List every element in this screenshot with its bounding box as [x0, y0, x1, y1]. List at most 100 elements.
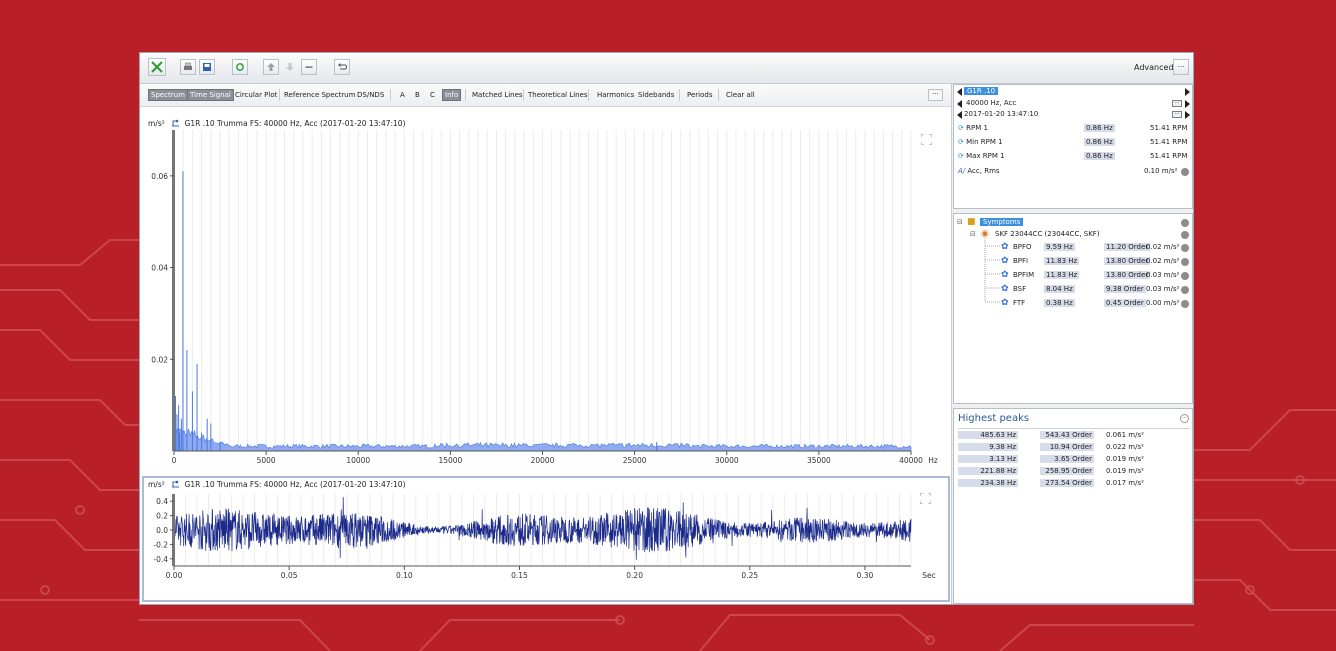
- print-icon[interactable]: [180, 59, 196, 75]
- peak-order: 3.65 Order: [1040, 455, 1094, 463]
- measurement-date: 2017-01-20 13:47:10: [964, 110, 1039, 118]
- y-tick-label: -0.4: [153, 555, 168, 564]
- peak-order: 543.43 Order: [1040, 431, 1094, 439]
- info-pane: G1R .10 40000 Hz, Acc ··· 2017-01-20 13:…: [953, 84, 1193, 604]
- peak-frequency: 485.63 Hz: [958, 431, 1018, 439]
- undo-icon[interactable]: [334, 59, 350, 75]
- advanced-menu-button[interactable]: ···: [1173, 59, 1189, 75]
- x-tick-label: 5000: [257, 456, 276, 465]
- status-indicator-icon: [1181, 286, 1189, 294]
- symptoms-root[interactable]: Symptoms: [980, 218, 1024, 226]
- gear-icon: ✿: [1001, 298, 1009, 308]
- rpm-icon: ⟳: [958, 138, 964, 146]
- y-axis-bar: [172, 130, 175, 451]
- prev-arrow-icon[interactable]: [957, 111, 962, 119]
- peak-frequency: 9.38 Hz: [958, 443, 1018, 451]
- x-tick-label: 0.15: [511, 571, 528, 580]
- next-arrow-icon[interactable]: [1185, 100, 1190, 108]
- rpm-hz: 0.86 Hz: [1084, 124, 1115, 132]
- more-icon[interactable]: [301, 59, 317, 75]
- advanced-label: Advanced: [1134, 63, 1174, 72]
- more-icon[interactable]: ···: [1172, 111, 1182, 118]
- peak-frequency: 221.88 Hz: [958, 467, 1018, 475]
- move-up-icon[interactable]: [263, 59, 279, 75]
- status-indicator-icon: [1181, 300, 1189, 308]
- highest-peaks-title: Highest peaks: [958, 413, 1030, 424]
- x-tick-label: 0.20: [626, 571, 643, 580]
- measurement-setup: 40000 Hz, Acc: [966, 99, 1017, 107]
- min-rpm-row: ⟳ Min RPM 1: [958, 138, 1003, 146]
- rpm-icon: ⟳: [958, 152, 964, 160]
- prev-arrow-icon[interactable]: [957, 88, 962, 96]
- waveform-icon: A/: [958, 167, 966, 175]
- time-signal-chart[interactable]: 0.00 0.05 0.10 0.15 0.20 0.25 0.30 Sec 0.4 0.2 0.0…: [144, 478, 948, 600]
- move-down-icon[interactable]: [282, 59, 298, 75]
- y-tick-label: 0.4: [156, 497, 168, 506]
- peak-amplitude: 0.017 m/s²: [1106, 479, 1144, 487]
- y-tick-label: 0.02: [151, 355, 168, 364]
- main-toolbar: Advanced ···: [140, 53, 1193, 84]
- divider: [958, 428, 1190, 429]
- prev-arrow-icon[interactable]: [957, 100, 962, 108]
- measurement-title[interactable]: G1R .10: [964, 87, 999, 95]
- peak-frequency: 234.38 Hz: [958, 479, 1018, 487]
- next-arrow-icon[interactable]: [1185, 111, 1190, 119]
- plot-pane: Spectrum Time Signal Circular Plot Refer…: [140, 84, 952, 604]
- next-arrow-icon[interactable]: [1185, 88, 1190, 96]
- x-tick-label: 15000: [438, 456, 462, 465]
- highest-peaks-box: Highest peaks ··· 485.63 Hz 543.43 Order 0…: [953, 408, 1193, 604]
- gear-icon: ✿: [1001, 242, 1009, 252]
- spectrum-chart[interactable]: 0 5000 10000 15000 20000 25000 30000 35000 40000…: [140, 84, 951, 476]
- peak-order: 258.95 Order: [1040, 467, 1094, 475]
- status-indicator-icon: [1181, 258, 1189, 266]
- status-indicator-icon: [1181, 219, 1189, 227]
- gear-icon: ✿: [1001, 284, 1009, 294]
- more-icon[interactable]: ···: [1172, 100, 1182, 107]
- rpm-row: ⟳ RPM 1: [958, 124, 988, 132]
- application-window: Advanced ··· Spectrum Time Signal Circul…: [139, 52, 1194, 605]
- rms-row: A/ Acc, Rms: [958, 167, 1000, 175]
- x-tick-label: 30000: [715, 456, 739, 465]
- status-indicator-icon: [1181, 244, 1189, 252]
- bearing-label[interactable]: SKF 23044CC (23044CC, SKF): [995, 230, 1100, 238]
- y-tick-label: 0.2: [156, 512, 168, 521]
- save-icon[interactable]: [199, 59, 215, 75]
- min-rpm-hz: 0.86 Hz: [1084, 138, 1115, 146]
- rpm-icon: ⟳: [958, 124, 964, 132]
- status-indicator-icon: [1181, 231, 1189, 239]
- x-tick-label: 20000: [531, 456, 555, 465]
- max-rpm-value: 51.41 RPM: [1150, 152, 1188, 160]
- max-rpm-hz: 0.86 Hz: [1084, 152, 1115, 160]
- time-signal-panel: m/s² G1R .10 Trumma FS: 40000 Hz, Acc (2…: [142, 476, 950, 602]
- x-tick-label: 25000: [623, 456, 647, 465]
- y-tick-label: 0.04: [151, 264, 168, 273]
- peak-amplitude: 0.019 m/s²: [1106, 467, 1144, 475]
- collapse-icon[interactable]: ⊟: [970, 230, 976, 238]
- refresh-icon[interactable]: [232, 59, 248, 75]
- peak-order: 273.54 Order: [1040, 479, 1094, 487]
- x-tick-label: 35000: [807, 456, 831, 465]
- x-tick-label: 0.10: [396, 571, 413, 580]
- x-tick-label: 0: [172, 456, 177, 465]
- peaks-menu-icon[interactable]: ···: [1180, 414, 1189, 423]
- gear-icon: ✿: [1001, 256, 1009, 266]
- peak-amplitude: 0.061 m/s²: [1106, 431, 1144, 439]
- x-tick-label: 0.30: [857, 571, 874, 580]
- y-tick-label: 0.06: [151, 172, 168, 181]
- measurement-info-box: G1R .10 40000 Hz, Acc ··· 2017-01-20 13:…: [953, 84, 1193, 209]
- x-tick-label: 0.00: [166, 571, 183, 580]
- folder-icon: ■: [967, 217, 976, 227]
- x-axis-unit: Hz: [928, 456, 938, 465]
- rms-value: 0.10 m/s²: [1144, 167, 1178, 175]
- x-tick-label: 10000: [346, 456, 370, 465]
- rpm-value: 51.41 RPM: [1150, 124, 1188, 132]
- collapse-icon[interactable]: ⊟: [957, 218, 963, 226]
- close-x-icon[interactable]: [148, 58, 166, 76]
- symptoms-box: ⊟ ■ Symptoms ⊟ ◉ SKF 23044CC (23044CC, S…: [953, 213, 1193, 404]
- min-rpm-value: 51.41 RPM: [1150, 138, 1188, 146]
- x-tick-label: 40000: [899, 456, 923, 465]
- y-tick-label: -0.2: [153, 540, 168, 549]
- max-rpm-row: ⟳ Max RPM 1: [958, 152, 1005, 160]
- peak-order: 10.94 Order: [1040, 443, 1094, 451]
- x-tick-label: 0.05: [281, 571, 298, 580]
